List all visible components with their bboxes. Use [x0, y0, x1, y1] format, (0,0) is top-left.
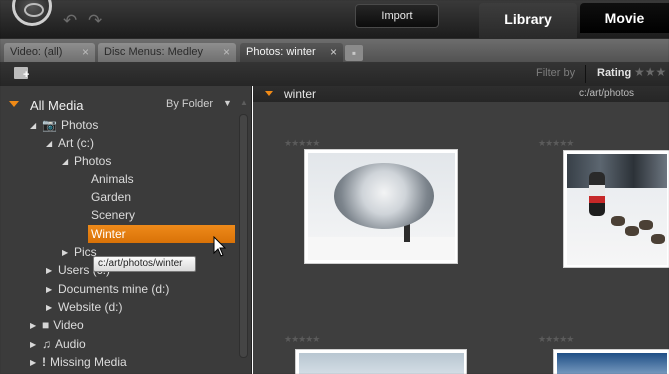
tree-scrollbar[interactable]	[239, 114, 248, 358]
all-media-label[interactable]: All Media	[30, 98, 83, 113]
current-folder-name: winter	[284, 87, 317, 101]
tree-item-label: Winter	[91, 227, 126, 241]
rating-filter-label[interactable]: Rating	[597, 67, 631, 79]
tab-movie[interactable]: Movie	[580, 3, 669, 33]
tree-item-pics[interactable]: ▶ Pics	[62, 243, 97, 261]
expanded-arrow-icon[interactable]: ◢	[46, 135, 58, 153]
tree-item-label: Garden	[91, 190, 132, 204]
path-tooltip: c:/art/photos/winter	[93, 256, 196, 272]
thumbnail-rating-stars[interactable]: ★★★★★	[538, 138, 574, 149]
collapsed-arrow-icon[interactable]: ▶	[30, 317, 42, 335]
close-tab-icon[interactable]: ×	[330, 43, 337, 62]
library-tab-strip: Video: (all) × Disc Menus: Medley × Phot…	[0, 38, 669, 63]
thumbnail-snowy-tree[interactable]	[304, 149, 458, 264]
exclamation-icon: !	[42, 355, 46, 369]
winter-photo-4	[557, 353, 667, 374]
tree-item-label: Art (c:)	[58, 136, 94, 150]
tree-item-garden[interactable]: Garden	[91, 188, 131, 206]
library-tab-disc-menus[interactable]: Disc Menus: Medley ×	[98, 43, 236, 63]
collapsed-arrow-icon[interactable]: ▶	[62, 244, 74, 262]
top-bar: ↶ ↷ Import Library Movie	[0, 0, 669, 38]
media-browser: winter c:/art/photos ★★★★★ ★★★★★ ★★★★★ ★…	[253, 86, 669, 374]
thumbnail-winter-4[interactable]	[553, 349, 669, 374]
sled-dog	[611, 216, 625, 226]
folder-bar: winter c:/art/photos	[253, 86, 669, 102]
thumbnail-dog-sled[interactable]	[563, 150, 669, 268]
library-tab-video[interactable]: Video: (all) ×	[4, 43, 95, 63]
forest-background	[567, 154, 667, 188]
tree-item-missing-media[interactable]: ▶! Missing Media	[30, 353, 127, 371]
filter-by-label: Filter by	[536, 67, 576, 79]
thumbnail-rating-stars[interactable]: ★★★★★	[538, 334, 574, 345]
library-tab-photos-winter[interactable]: Photos: winter ×	[240, 43, 343, 63]
tree-item-animals[interactable]: Animals	[91, 170, 134, 188]
collapse-arrow-icon[interactable]	[9, 101, 19, 107]
import-button[interactable]: Import	[355, 4, 439, 28]
sled-dog	[639, 220, 653, 230]
tree-item-photos[interactable]: ◢ 📷 Photos	[30, 116, 98, 134]
collapsed-arrow-icon[interactable]: ▶	[46, 299, 58, 317]
tree-item-label: Photos	[60, 118, 99, 132]
current-folder-path: c:/art/photos	[579, 88, 635, 99]
tree-item-winter[interactable]: Winter	[91, 225, 126, 243]
redo-icon[interactable]: ↷	[88, 11, 102, 31]
snow-ground	[308, 237, 455, 260]
winter-photo-3	[299, 353, 464, 374]
collapsed-arrow-icon[interactable]: ▶	[46, 262, 58, 280]
music-note-icon: ♫	[42, 337, 51, 351]
app-logo-icon[interactable]	[12, 0, 52, 26]
tree-item-label: Photos	[74, 154, 112, 168]
divider	[585, 65, 586, 83]
video-icon: ■	[42, 318, 50, 332]
tree-item-label: Documents mine (d:)	[58, 282, 170, 296]
tree-item-video[interactable]: ▶ ■ Video	[30, 316, 84, 334]
collapsed-arrow-icon[interactable]: ▶	[46, 281, 58, 299]
library-navigator: All Media By Folder ▼ ▲ ◢ 📷 Photos ◢ Art (c…	[0, 86, 252, 374]
musher	[589, 172, 605, 216]
chevron-down-icon[interactable]: ▼	[223, 98, 232, 108]
thumbnail-winter-3[interactable]	[295, 349, 467, 374]
collapsed-arrow-icon[interactable]: ▶	[30, 336, 42, 354]
library-tab-label: Video: (all)	[10, 46, 63, 58]
scroll-up-icon[interactable]: ▲	[240, 98, 248, 107]
tree-crown	[334, 163, 434, 229]
add-tab-icon[interactable]: ▪	[345, 45, 363, 61]
tree-item-audio[interactable]: ▶ ♫ Audio	[30, 335, 86, 353]
add-media-icon[interactable]	[14, 67, 29, 80]
view-mode-dropdown[interactable]: By Folder	[166, 98, 213, 110]
snowy-tree-photo	[308, 153, 455, 260]
expanded-arrow-icon[interactable]: ◢	[62, 153, 74, 171]
tree-item-documents[interactable]: ▶ Documents mine (d:)	[46, 280, 169, 298]
sled-dog	[651, 234, 665, 244]
sled-dog	[625, 226, 639, 236]
library-toolbar: Filter by Rating ★★★	[0, 62, 669, 86]
camera-icon: 📷	[42, 118, 57, 132]
tab-library[interactable]: Library	[479, 3, 577, 38]
thumbnail-rating-stars[interactable]: ★★★★★	[284, 334, 320, 345]
tree-item-photos-folder[interactable]: ◢ Photos	[62, 152, 111, 170]
library-tab-label: Disc Menus: Medley	[104, 46, 204, 58]
close-tab-icon[interactable]: ×	[223, 43, 230, 62]
undo-icon[interactable]: ↶	[63, 11, 77, 31]
tree-item-label: Missing Media	[50, 355, 127, 369]
collapsed-arrow-icon[interactable]: ▶	[30, 354, 42, 372]
tree-item-label: Website (d:)	[58, 300, 123, 314]
thumbnail-rating-stars[interactable]: ★★★★★	[284, 138, 320, 149]
mouse-cursor-icon	[213, 236, 227, 257]
tree-item-scenery[interactable]: Scenery	[91, 206, 135, 224]
close-tab-icon[interactable]: ×	[82, 43, 89, 62]
expanded-arrow-icon[interactable]: ◢	[30, 117, 42, 135]
dog-sled-photo	[567, 154, 667, 265]
rating-filter-stars[interactable]: ★★★	[634, 65, 666, 79]
tree-item-label: Video	[53, 318, 84, 332]
tree-item-label: Audio	[55, 337, 86, 351]
tree-item-label: Animals	[91, 172, 134, 186]
tree-item-website[interactable]: ▶ Website (d:)	[46, 298, 122, 316]
tree-item-label: Scenery	[91, 208, 136, 222]
library-tab-label: Photos: winter	[246, 46, 316, 58]
tree-item-art[interactable]: ◢ Art (c:)	[46, 134, 94, 152]
collapse-arrow-icon[interactable]	[265, 91, 273, 96]
